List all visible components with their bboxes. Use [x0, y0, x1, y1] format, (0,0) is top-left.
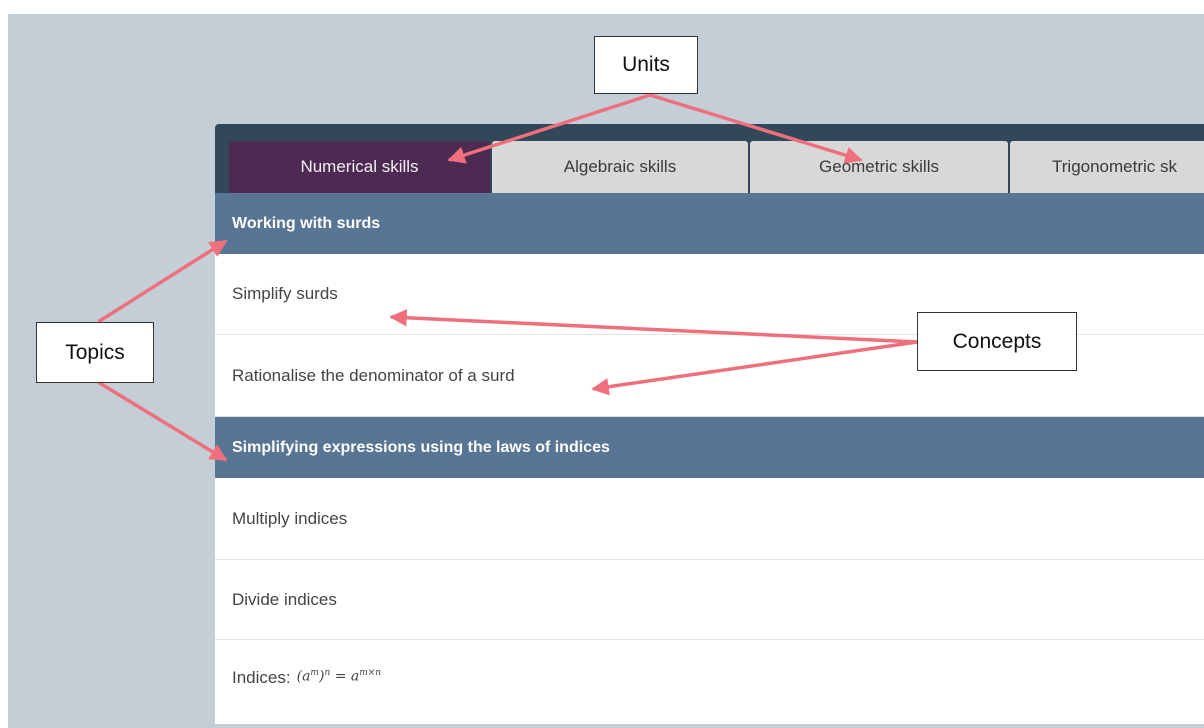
concepts-callout: Concepts	[917, 312, 1077, 371]
concept-label: Divide indices	[232, 589, 337, 609]
topic-header-laws-of-indices[interactable]: Simplifying expressions using the laws o…	[215, 417, 1204, 478]
units-callout: Units	[594, 36, 698, 94]
topic-title: Simplifying expressions using the laws o…	[232, 438, 610, 456]
concept-label: Indices:	[232, 668, 291, 687]
concept-divide-indices[interactable]: Divide indices	[215, 560, 1204, 640]
tab-algebraic-skills[interactable]: Algebraic skills	[492, 141, 748, 193]
topic-header-working-with-surds[interactable]: Working with surds	[215, 193, 1204, 254]
unit-tabs: Numerical skills Algebraic skills Geomet…	[229, 141, 1204, 193]
topics-callout: Topics	[36, 322, 154, 383]
tab-trigonometric-skills[interactable]: Trigonometric sk	[1010, 141, 1204, 193]
tab-geometric-skills[interactable]: Geometric skills	[750, 141, 1008, 193]
concepts-callout-label: Concepts	[952, 329, 1042, 353]
concept-label: Simplify surds	[232, 284, 338, 303]
concept-multiply-indices[interactable]: Multiply indices	[215, 478, 1204, 560]
topics-callout-label: Topics	[65, 340, 125, 364]
tab-numerical-skills[interactable]: Numerical skills	[229, 141, 490, 193]
units-callout-label: Units	[622, 53, 670, 76]
concept-label: Multiply indices	[232, 508, 348, 528]
course-panel: Numerical skills Algebraic skills Geomet…	[215, 124, 1204, 724]
topic-title: Working with surds	[232, 214, 381, 232]
concept-label: Rationalise the denominator of a surd	[232, 365, 515, 385]
concept-indices-power-rule[interactable]: Indices: (am)n = am×n	[215, 640, 1204, 724]
indices-formula: (am)n = am×n	[296, 668, 382, 685]
